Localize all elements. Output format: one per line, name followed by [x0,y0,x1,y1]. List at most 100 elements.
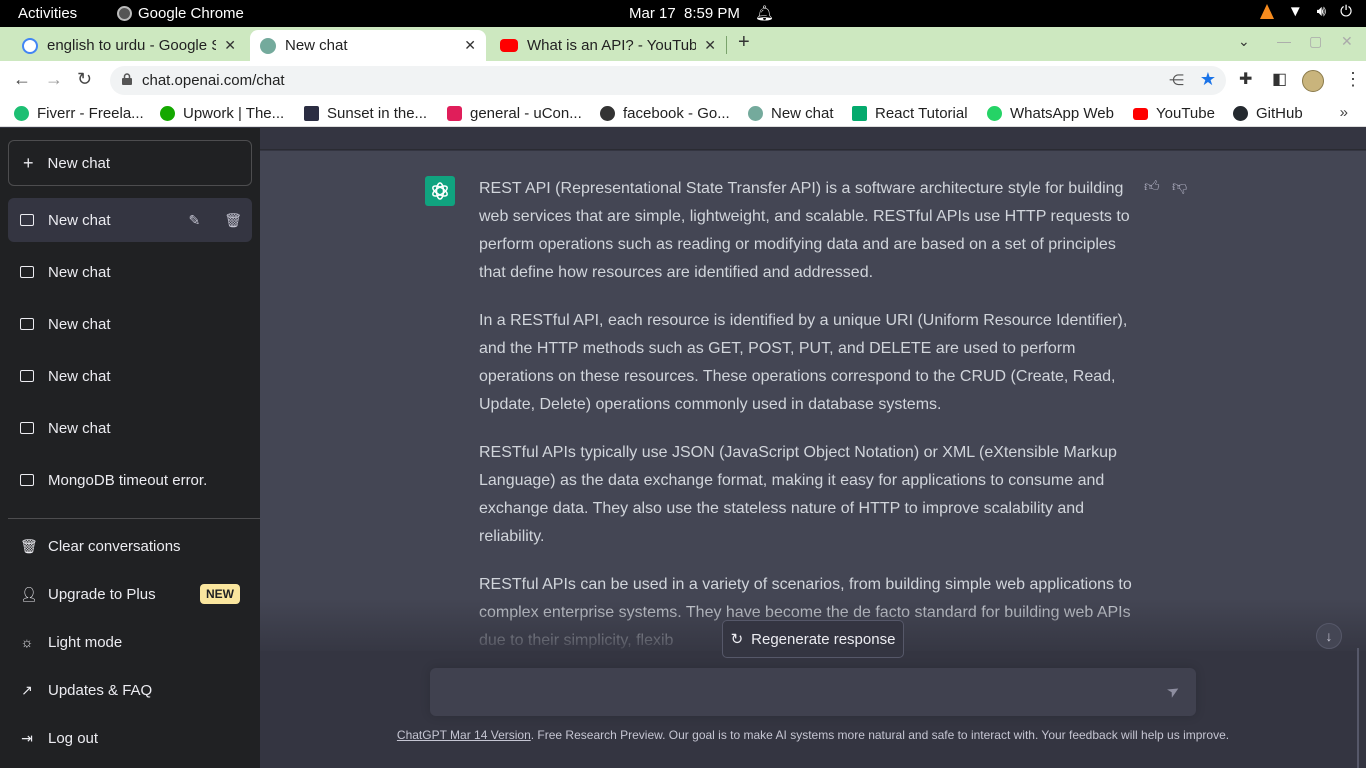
conversation-label: New chat [48,263,111,281]
close-tab-icon[interactable]: ✕ [224,37,236,54]
wifi-icon: ▼ [1287,3,1303,20]
conversation-item[interactable]: MongoDB timeout error. [8,458,252,502]
forward-icon[interactable]: → [45,69,63,90]
tab-youtube[interactable]: What is an API? - YouTube ✕ [490,30,726,61]
bookmark-slack[interactable]: general - uCon... [447,105,582,122]
footer-text: . Free Research Preview. Our goal is to … [530,728,1230,742]
regenerate-label: Regenerate response [751,630,896,648]
bookmark-facebook[interactable]: facebook - Go... [600,105,730,122]
message-input[interactable] [444,680,1144,704]
minimize-icon[interactable]: — [1277,33,1291,49]
bookmark-whatsapp[interactable]: WhatsApp Web [987,105,1114,122]
activities-button[interactable]: Activities [18,5,77,22]
bookmark-react-tutorial[interactable]: React Tutorial [852,105,968,122]
new-chat-button[interactable]: + New chat [8,140,252,186]
message-paragraph: RESTful APIs typically use JSON (JavaScr… [479,444,1117,545]
upwork-icon [160,106,175,121]
new-chat-label: New chat [47,154,111,172]
chat-bubble-icon [20,370,34,382]
conversation-item[interactable]: New chat [8,250,252,294]
bookmark-star-icon[interactable]: ★ [1200,69,1216,90]
upgrade-to-plus-button[interactable]: 👤︎ Upgrade to Plus NEW [8,572,252,616]
tab-new-chat[interactable]: New chat ✕ [250,30,486,61]
clock[interactable]: Mar 17 8:59 PM [629,5,740,22]
updates-faq-link[interactable]: ↗ Updates & FAQ [8,668,252,712]
conversation-item[interactable]: New chat ✎ 🗑︎ [8,198,252,242]
slack-icon [447,106,462,121]
chat-bubble-icon [20,214,34,226]
log-out-button[interactable]: ⇥ Log out [8,716,252,760]
updates-label: Updates & FAQ [48,681,153,699]
new-badge: NEW [200,584,240,604]
conversation-label: New chat [48,419,111,437]
chrome-menu-icon[interactable]: ⋮ [1344,69,1362,90]
address-bar[interactable]: chat.openai.com/chat ⋲ ★ [110,66,1226,95]
sun-icon: ☼ [20,634,34,650]
bookmark-label: Upwork | The... [183,105,285,122]
clear-conversations-button[interactable]: 🗑︎ Clear conversations [8,524,252,568]
close-tab-icon[interactable]: ✕ [464,37,476,54]
profile-avatar[interactable] [1302,70,1324,92]
new-tab-button[interactable]: + [738,31,750,54]
reload-icon[interactable]: ↻ [77,69,92,90]
tab-search-icon[interactable]: ⌄ [1238,33,1250,50]
trash-icon[interactable]: 🗑︎ [224,212,242,229]
bookmark-fiverr[interactable]: Fiverr - Freela... [14,105,144,122]
back-icon[interactable]: ← [13,69,31,90]
bookmark-youtube[interactable]: YouTube [1133,105,1215,122]
conversation-label: New chat [48,367,111,385]
w3schools-icon [852,106,867,121]
footer-disclaimer: ChatGPT Mar 14 Version. Free Research Pr… [260,728,1366,742]
globe-icon [600,106,615,121]
close-window-icon[interactable]: ✕ [1341,33,1353,50]
date-label: Mar 17 [629,5,676,22]
regenerate-response-button[interactable]: ↻ Regenerate response [722,620,904,658]
extensions-icon[interactable]: ✚ [1239,69,1252,89]
vlc-icon[interactable] [1259,4,1274,19]
tab-label: New chat [285,37,348,54]
tab-google-translate[interactable]: english to urdu - Google S ✕ [12,30,246,61]
page-scrollbar[interactable] [1357,648,1359,768]
bookmark-sunset[interactable]: Sunset in the... [304,105,427,122]
clear-conversations-label: Clear conversations [48,537,181,555]
conversation-item[interactable]: New chat [8,354,252,398]
volume-icon: 🔊︎ [1316,3,1327,20]
edit-icon[interactable]: ✎ [188,212,200,229]
whatsapp-icon [987,106,1002,121]
conversation-item[interactable]: New chat [8,302,252,346]
notification-bell-icon[interactable]: 🔔︎ [755,4,774,22]
sidebar-divider [8,518,260,519]
light-mode-button[interactable]: ☼ Light mode [8,620,252,664]
system-tray[interactable]: ▼ 🔊︎ ⏻ [1259,3,1352,20]
bookmark-new-chat[interactable]: New chat [748,105,834,122]
bookmark-upwork[interactable]: Upwork | The... [160,105,284,122]
previous-message-edge [260,128,1366,150]
message-input-box[interactable]: ➤ [430,668,1196,716]
thumbs-down-icon[interactable]: 👎︎ [1172,178,1187,196]
youtube-icon [500,39,518,52]
app-menu[interactable]: Google Chrome [117,5,244,22]
close-tab-icon[interactable]: ✕ [704,37,716,54]
scroll-to-bottom-button[interactable]: ↓ [1316,623,1342,649]
bookmark-label: Sunset in the... [327,105,428,122]
share-icon[interactable]: ⋲ [1169,71,1184,89]
bookmark-label: YouTube [1156,105,1215,122]
chat-bubble-icon [20,266,34,278]
lock-icon [122,73,132,85]
upgrade-label: Upgrade to Plus [48,585,156,603]
url-text[interactable]: chat.openai.com/chat [142,72,285,89]
version-link[interactable]: ChatGPT Mar 14 Version [397,728,531,742]
tab-separator [726,36,727,54]
bookmark-label: facebook - Go... [623,105,730,122]
chrome-icon [117,6,132,21]
thumbs-up-icon[interactable]: 👍︎ [1144,178,1160,196]
conversation-label: New chat [48,315,111,333]
bookmark-github[interactable]: GitHub [1233,105,1303,122]
tab-label: What is an API? - YouTube [527,37,697,54]
more-bookmarks-icon[interactable]: » [1340,104,1348,121]
conversation-item[interactable]: New chat [8,406,252,450]
bookmark-label: GitHub [1256,105,1303,122]
maximize-icon[interactable]: ▢ [1309,33,1322,50]
send-icon[interactable]: ➤ [1164,680,1183,702]
side-panel-icon[interactable]: ◧ [1272,69,1287,89]
